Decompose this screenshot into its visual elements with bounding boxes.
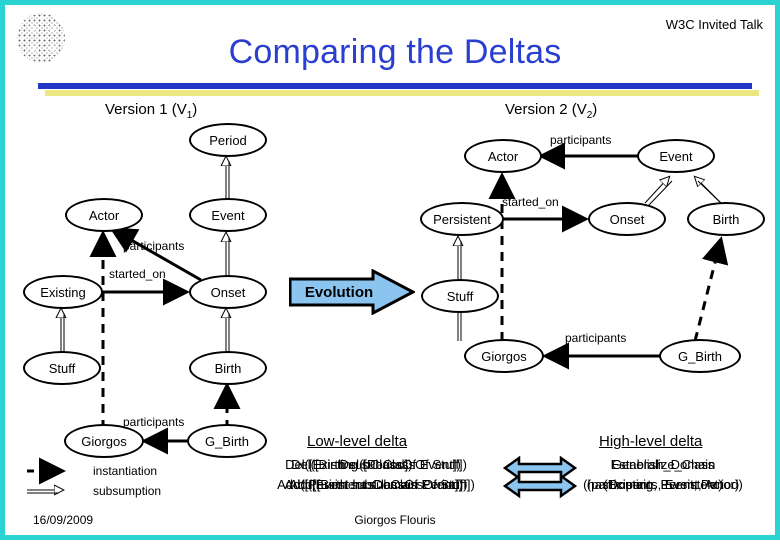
high-level-delta-line-5: (hasDomain, Event, Period)	[583, 477, 743, 492]
version-2-heading-text: Version 2 (V	[505, 101, 587, 118]
version-2-heading-tail: )	[592, 101, 598, 118]
node-v2-onset[interactable]: Onset	[588, 202, 666, 236]
node-v1-birth[interactable]: Birth	[189, 351, 267, 385]
evolution-arrow: Evolution	[289, 269, 415, 315]
legend-label-subsumption: subsumption	[93, 484, 162, 498]
edge-label-v2-participants-top: participants	[550, 133, 612, 147]
node-label: Onset	[210, 284, 246, 300]
node-v2-actor[interactable]: Actor	[464, 139, 542, 173]
high-level-delta-heading: High-level delta	[599, 433, 703, 450]
low-level-delta-line-3: Del([Birth subClassOf Event])	[291, 457, 461, 472]
node-v2-persistent[interactable]: Persistent	[420, 202, 504, 236]
version-1-heading: Version 1 (V1)	[105, 101, 197, 121]
node-v1-event[interactable]: Event	[189, 198, 267, 232]
node-label: Birth	[712, 211, 740, 227]
edge-label-v1-participants-bottom: participants	[123, 415, 185, 429]
edge-label-v1-started-on: started_on	[109, 267, 166, 281]
node-label: Period	[209, 132, 247, 148]
node-label: Existing	[40, 284, 86, 300]
node-v1-existing[interactable]: Existing	[23, 275, 103, 309]
node-label: Birth	[214, 360, 242, 376]
edge-label-v2-participants-bottom: participants	[565, 331, 627, 345]
divider-yellow	[45, 90, 759, 96]
node-label: Event	[211, 207, 245, 223]
node-v1-period[interactable]: Period	[189, 123, 267, 157]
node-label: Actor	[487, 148, 519, 164]
node-v1-stuff[interactable]: Stuff	[23, 351, 101, 385]
high-level-delta-line-2: Establish_Domain	[610, 457, 716, 472]
slide-canvas: W3C Invited Talk Comparing the Deltas Ve…	[0, 0, 780, 540]
edge-label-v1-participants-top: participants	[123, 239, 185, 253]
node-v1-giorgos[interactable]: Giorgos	[64, 424, 144, 458]
slide-author: Giorgos Flouris	[354, 513, 436, 527]
node-v2-event[interactable]: Event	[637, 139, 715, 173]
high-level-delta-text: Generalize_Class Establish_Domain (Exist…	[545, 457, 780, 499]
talk-label: W3C Invited Talk	[665, 17, 763, 32]
page-title: Comparing the Deltas	[228, 33, 562, 71]
node-v1-actor[interactable]: Actor	[65, 198, 143, 232]
node-v2-birth[interactable]: Birth	[687, 202, 765, 236]
version-1-heading-tail: )	[192, 101, 198, 118]
node-v2-stuff[interactable]: Stuff	[421, 279, 499, 313]
low-level-delta-heading: Low-level delta	[307, 433, 408, 450]
node-label: Giorgos	[481, 348, 527, 364]
version-2-heading: Version 2 (V2)	[505, 101, 597, 121]
node-v1-onset[interactable]: Onset	[189, 275, 267, 309]
node-label: Actor	[88, 207, 120, 223]
node-v2-giorgos[interactable]: Giorgos	[464, 339, 544, 373]
divider-blue	[38, 83, 752, 89]
edge-label-v2-started-on: started_on	[502, 195, 559, 209]
low-level-delta-line-6: Add([Event hasDomain Period])	[284, 477, 468, 492]
node-label: G_Birth	[204, 433, 250, 449]
legend-label-instantiation: instantiation	[93, 464, 158, 478]
node-label: Event	[659, 148, 693, 164]
node-label: Stuff	[48, 360, 76, 376]
evolution-arrow-label: Evolution	[304, 283, 374, 301]
node-label: Stuff	[446, 288, 474, 304]
node-label: Onset	[609, 211, 645, 227]
node-label: Persistent	[433, 211, 491, 227]
node-v2-gbirth[interactable]: G_Birth	[659, 339, 741, 373]
version-1-heading-text: Version 1 (V	[105, 101, 187, 118]
node-v1-gbirth[interactable]: G_Birth	[187, 424, 267, 458]
node-label: G_Birth	[677, 348, 723, 364]
node-label: Giorgos	[81, 433, 127, 449]
low-level-delta-text: Del([Period]) Del([Existing subClassOf S…	[241, 457, 511, 499]
